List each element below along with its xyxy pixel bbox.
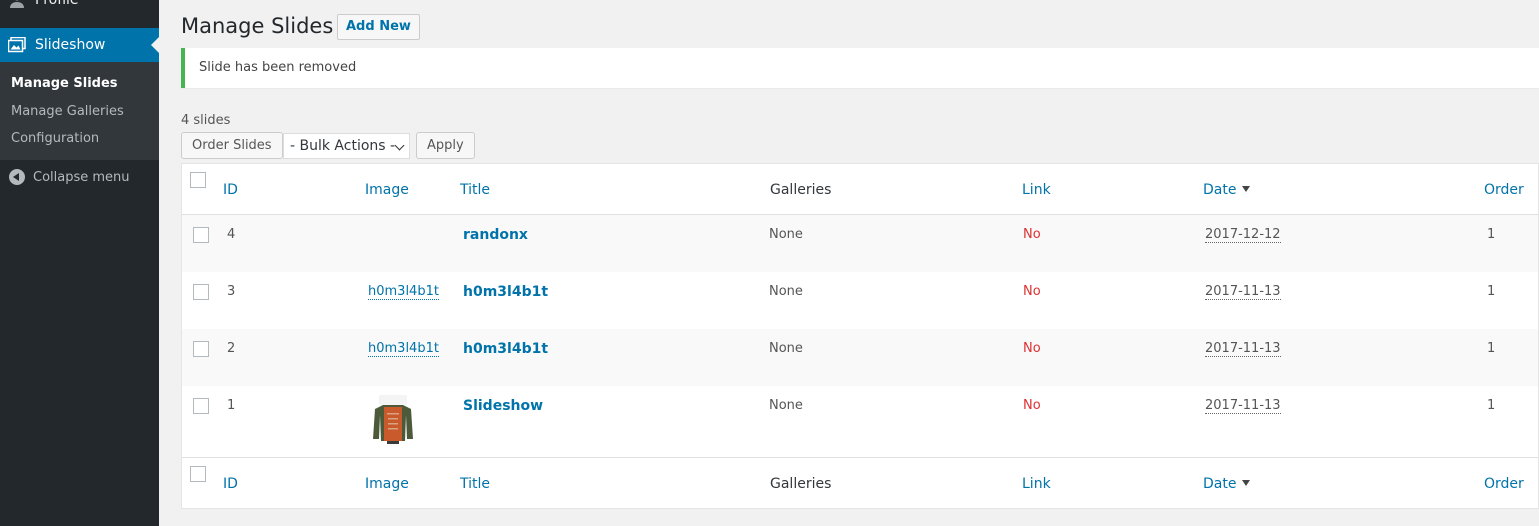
column-image[interactable]: Image	[365, 476, 409, 492]
sidebar-submenu: Manage Slides Manage Galleries Configura…	[0, 62, 159, 160]
slide-link-status: No	[1023, 227, 1041, 242]
slide-image-link[interactable]: h0m3l4b1t	[368, 284, 439, 300]
column-date[interactable]: Date	[1203, 476, 1251, 492]
apply-button[interactable]: Apply	[416, 132, 475, 159]
slide-order: 1	[1487, 398, 1496, 413]
bulk-actions-select[interactable]: - Bulk Actions -	[283, 133, 410, 159]
column-id[interactable]: ID	[223, 476, 238, 492]
slide-galleries: None	[769, 398, 803, 413]
slide-image-link[interactable]: h0m3l4b1t	[368, 341, 439, 357]
slide-thumbnail[interactable]	[369, 393, 417, 445]
column-title[interactable]: Title	[460, 182, 490, 198]
slide-link-status: No	[1023, 398, 1041, 413]
slide-date: 2017-11-13	[1205, 341, 1281, 357]
sidebar-item-label: Profile	[35, 0, 79, 8]
select-all-checkbox[interactable]	[190, 466, 206, 482]
slide-order: 1	[1487, 227, 1496, 242]
column-date-label: Date	[1203, 182, 1237, 198]
column-order[interactable]: Order	[1484, 476, 1524, 492]
table-row: 4 randonx None No 2017-12-12 1	[182, 215, 1538, 272]
slide-galleries: None	[769, 341, 803, 356]
table-row: 1 Slideshow None No 2017-11-13 1	[182, 386, 1538, 457]
column-galleries: Galleries	[770, 476, 832, 492]
row-checkbox[interactable]	[193, 398, 209, 414]
slide-date: 2017-11-13	[1205, 398, 1281, 414]
row-checkbox[interactable]	[193, 284, 209, 300]
slide-id: 1	[227, 398, 236, 413]
slide-id: 4	[227, 227, 236, 242]
items-count: 4 slides	[181, 113, 231, 128]
sidebar-item-label: Slideshow	[35, 37, 106, 53]
column-date[interactable]: Date	[1203, 182, 1251, 198]
slide-link-status: No	[1023, 284, 1041, 299]
dropdown-chevron-icon	[394, 140, 405, 151]
slide-title-link[interactable]: Slideshow	[463, 398, 543, 414]
slideshow-icon	[7, 37, 27, 53]
sort-desc-icon	[1242, 186, 1251, 192]
slide-id: 3	[227, 284, 236, 299]
slide-id: 2	[227, 341, 236, 356]
row-checkbox[interactable]	[193, 341, 209, 357]
admin-sidebar: Profile Slideshow Manage Slides Manage G…	[0, 0, 159, 526]
add-new-button[interactable]: Add New	[337, 14, 420, 40]
bulk-actions-value: - Bulk Actions -	[290, 138, 396, 154]
slides-table: ID Image Title Galleries Link Date Order…	[181, 163, 1539, 509]
column-title[interactable]: Title	[460, 476, 490, 492]
order-slides-button[interactable]: Order Slides	[181, 132, 283, 159]
submenu-manage-galleries[interactable]: Manage Galleries	[0, 98, 159, 126]
slide-title-link[interactable]: randonx	[463, 227, 528, 243]
row-checkbox[interactable]	[193, 227, 209, 243]
column-galleries: Galleries	[770, 182, 832, 198]
page-title: Manage Slides	[181, 14, 334, 38]
column-date-label: Date	[1203, 476, 1237, 492]
slide-galleries: None	[769, 227, 803, 242]
column-order[interactable]: Order	[1484, 182, 1524, 198]
select-all-checkbox[interactable]	[190, 172, 206, 188]
collapse-icon	[9, 169, 25, 185]
current-menu-arrow	[151, 37, 159, 53]
notice-success: Slide has been removed	[181, 48, 1539, 88]
slide-title-link[interactable]: h0m3l4b1t	[463, 341, 548, 357]
column-link[interactable]: Link	[1022, 476, 1051, 492]
submenu-configuration[interactable]: Configuration	[0, 125, 159, 153]
slide-date: 2017-11-13	[1205, 284, 1281, 300]
table-header-row: ID Image Title Galleries Link Date Order	[182, 164, 1538, 215]
column-image[interactable]: Image	[365, 182, 409, 198]
table-row: 3 h0m3l4b1t h0m3l4b1t None No 2017-11-13…	[182, 272, 1538, 329]
column-id[interactable]: ID	[223, 182, 238, 198]
user-icon	[7, 0, 27, 8]
collapse-menu-button[interactable]: Collapse menu	[0, 166, 159, 188]
column-link[interactable]: Link	[1022, 182, 1051, 198]
sidebar-item-profile[interactable]: Profile	[0, 0, 159, 14]
collapse-menu-label: Collapse menu	[33, 169, 130, 185]
table-footer-row: ID Image Title Galleries Link Date Order	[182, 457, 1538, 510]
slide-title-link[interactable]: h0m3l4b1t	[463, 284, 548, 300]
slide-date: 2017-12-12	[1205, 227, 1281, 243]
sidebar-item-slideshow[interactable]: Slideshow	[0, 28, 159, 62]
slide-link-status: No	[1023, 341, 1041, 356]
sort-desc-icon	[1242, 480, 1251, 486]
table-row: 2 h0m3l4b1t h0m3l4b1t None No 2017-11-13…	[182, 329, 1538, 386]
slide-order: 1	[1487, 284, 1496, 299]
submenu-manage-slides[interactable]: Manage Slides	[0, 70, 159, 98]
slide-galleries: None	[769, 284, 803, 299]
slide-order: 1	[1487, 341, 1496, 356]
